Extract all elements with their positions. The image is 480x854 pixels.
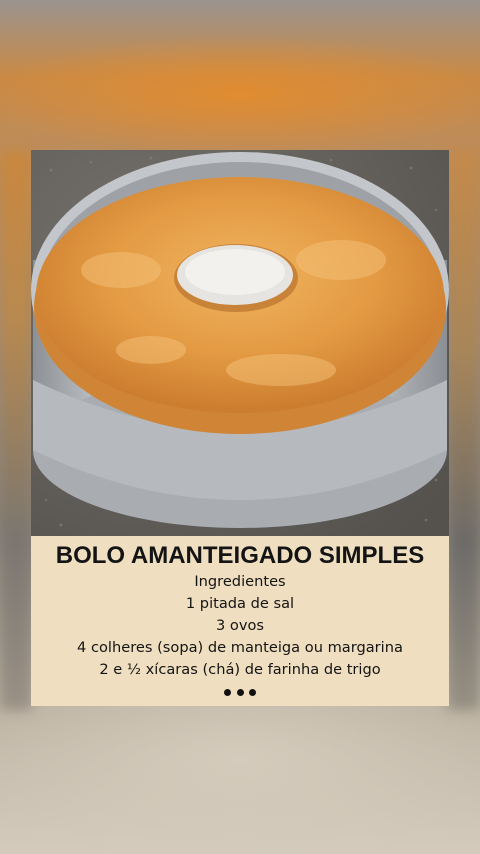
dot-icon xyxy=(249,688,256,696)
cake-illustration xyxy=(31,150,449,536)
cake-photo xyxy=(31,150,449,536)
recipe-caption: BOLO AMANTEIGADO SIMPLES Ingredientes 1 … xyxy=(31,536,449,706)
blurred-background-left xyxy=(0,150,32,710)
dot-icon xyxy=(224,688,231,696)
recipe-post-card[interactable]: BOLO AMANTEIGADO SIMPLES Ingredientes 1 … xyxy=(31,150,449,706)
ingredients-list: Ingredientes 1 pitada de sal 3 ovos 4 co… xyxy=(31,571,449,681)
ingredient-item: 3 ovos xyxy=(215,617,265,634)
ingredients-heading: Ingredientes xyxy=(194,573,286,590)
dot-icon xyxy=(236,688,244,696)
ingredient-item: 1 pitada de sal xyxy=(185,595,295,612)
recipe-title: BOLO AMANTEIGADO SIMPLES xyxy=(55,542,425,569)
ingredient-item: 2 e ½ xícaras (chá) de farinha de trigo xyxy=(99,661,381,678)
ingredient-item: 4 colheres (sopa) de manteiga ou margari… xyxy=(77,639,403,656)
more-dots-icon[interactable] xyxy=(224,688,256,696)
blurred-background-right xyxy=(448,150,480,710)
